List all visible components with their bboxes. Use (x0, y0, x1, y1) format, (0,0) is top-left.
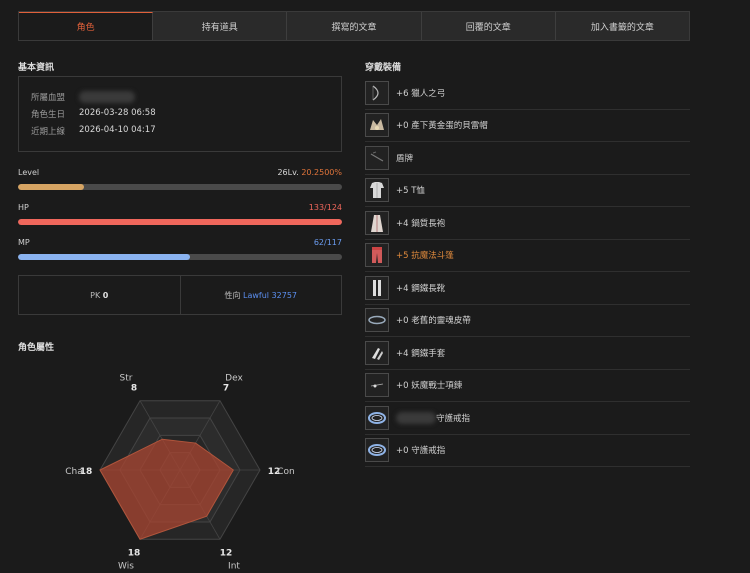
equipment-row[interactable]: +4 鋼鐵手套 (365, 337, 690, 370)
level-percent: 20.2500% (301, 168, 342, 177)
level-value: 26Lv. 20.2500% (277, 168, 342, 177)
radar-value-label: 8 (131, 384, 137, 394)
equipment-row[interactable]: +5 T恤 (365, 175, 690, 207)
hp-label: HP (18, 203, 29, 212)
equipment-name: +0 老舊的靈魂皮帶 (396, 316, 471, 327)
equipment-row[interactable]: +4 鋼鐵長靴 (365, 272, 690, 305)
level-label: Level (18, 168, 40, 177)
level-number: 26Lv. (277, 168, 299, 177)
radar-axis-name: Dex (225, 374, 243, 384)
tshirt-icon (365, 178, 389, 203)
hp-bar (18, 219, 342, 225)
radar-value-label: 7 (223, 384, 229, 394)
login-label: 近期上線 (31, 127, 66, 137)
tab-0[interactable]: 角色 (19, 12, 154, 40)
attribute-radar-chart: 8Str7Dex12Con12Int18Wis18Cha (65, 374, 295, 570)
birth-value: 2026-03-28 06:58 (79, 108, 156, 118)
radar-axis-name: Cha (65, 467, 83, 477)
clan-label: 所屬血盟 (31, 93, 66, 103)
equipment-name: +0 妖魔戰士項鍊 (396, 381, 463, 392)
equipment-name: +6 獵人之弓 (396, 88, 446, 99)
bow-icon (365, 80, 389, 105)
pk-alignment-box: PK 0 性向 Lawful 32757 (18, 275, 342, 315)
equipment-name: +4 鋼鐵手套 (396, 348, 446, 359)
mp-bar (18, 254, 342, 260)
alignment-value: Lawful 32757 (243, 290, 298, 300)
gloves-icon (365, 340, 389, 365)
alignment-label: 性向 (224, 290, 241, 300)
equipment-row[interactable]: +0 妖魔戰士項鍊 (365, 370, 690, 402)
clan-value-redacted (79, 91, 135, 103)
equipment-name: +4 鍋質長袍 (396, 218, 446, 229)
beret-icon (365, 113, 389, 138)
shield-icon (365, 145, 389, 170)
equipment-name: 盾牌 (396, 153, 414, 164)
tab-4[interactable]: 加入書籤的文章 (556, 12, 689, 40)
level-bar-fill (18, 184, 84, 190)
radar-axis-name: Int (228, 561, 240, 570)
equipment-row[interactable]: +6 獵人之弓 (365, 77, 690, 110)
basic-info-title: 基本資訊 (18, 63, 55, 73)
birth-label: 角色生日 (31, 110, 66, 120)
radar-axis-name: Con (277, 467, 295, 477)
attributes-title: 角色屬性 (18, 343, 55, 353)
basic-info-box: 所屬血盟 角色生日 2026-03-28 06:58 近期上線 2026-04-… (18, 76, 342, 152)
tab-3[interactable]: 回覆的文章 (422, 12, 556, 40)
pk-cell: PK 0 (19, 276, 181, 314)
radar-axis-name: Wis (118, 561, 134, 570)
boots-icon (365, 275, 389, 300)
equipment-name: +4 鋼鐵長靴 (396, 283, 446, 294)
necklace-icon (365, 373, 389, 398)
level-bar (18, 184, 342, 190)
equipment-row[interactable]: +0 老舊的靈魂皮帶 (365, 305, 690, 337)
equipment-row[interactable]: 守護戒指 (365, 402, 690, 435)
equipment-row[interactable]: +5 抗魔法斗篷 (365, 240, 690, 272)
mp-bar-fill (18, 254, 190, 260)
radar-value-label: 18 (128, 548, 141, 558)
login-value: 2026-04-10 04:17 (79, 125, 156, 135)
equipment-row[interactable]: +0 產下黃金蛋的貝雷帽 (365, 110, 690, 142)
mp-value: 62/117 (313, 238, 342, 247)
equipment-title: 穿戴裝備 (365, 63, 402, 73)
clan-row: 所屬血盟 (31, 91, 135, 103)
mp-label: MP (18, 238, 30, 247)
tab-bar: 角色 持有道具 撰寫的文章 回覆的文章 加入書籤的文章 (18, 11, 690, 41)
belt-icon (365, 308, 389, 333)
equipment-name: +5 T恤 (396, 186, 425, 197)
equipment-row[interactable]: +0 守護戒指 (365, 435, 690, 467)
equipment-name: 守護戒指 (436, 413, 471, 424)
equipment-name: +0 守護戒指 (396, 446, 446, 457)
ring-icon (365, 438, 389, 463)
tab-1[interactable]: 持有道具 (153, 12, 288, 40)
pk-label: PK (90, 290, 101, 300)
radar-axis-name: Str (120, 374, 133, 384)
birth-row: 角色生日 2026-03-28 06:58 (31, 108, 156, 120)
equipment-name-redacted (396, 411, 436, 424)
cloak-icon (365, 243, 389, 268)
tab-2[interactable]: 撰寫的文章 (287, 12, 422, 40)
equipment-row[interactable]: 盾牌 (365, 142, 690, 175)
equipment-row[interactable]: +4 鍋質長袍 (365, 207, 690, 240)
login-row: 近期上線 2026-04-10 04:17 (31, 125, 156, 137)
equipment-name: +0 產下黃金蛋的貝雷帽 (396, 121, 488, 132)
ring-icon (365, 405, 389, 430)
equipment-list: +6 獵人之弓 +0 產下黃金蛋的貝雷帽 盾牌 +5 T恤 +4 鍋質長袍 +5 抗魔法斗… (365, 77, 690, 467)
alignment-cell: 性向 Lawful 32757 (181, 276, 342, 314)
hp-value: 133/124 (308, 203, 342, 212)
hp-bar-fill (18, 219, 342, 225)
pk-value: 0 (102, 290, 109, 300)
radar-value-label: 12 (220, 548, 233, 558)
equipment-name: +5 抗魔法斗篷 (396, 251, 454, 262)
robe-icon (365, 210, 389, 235)
